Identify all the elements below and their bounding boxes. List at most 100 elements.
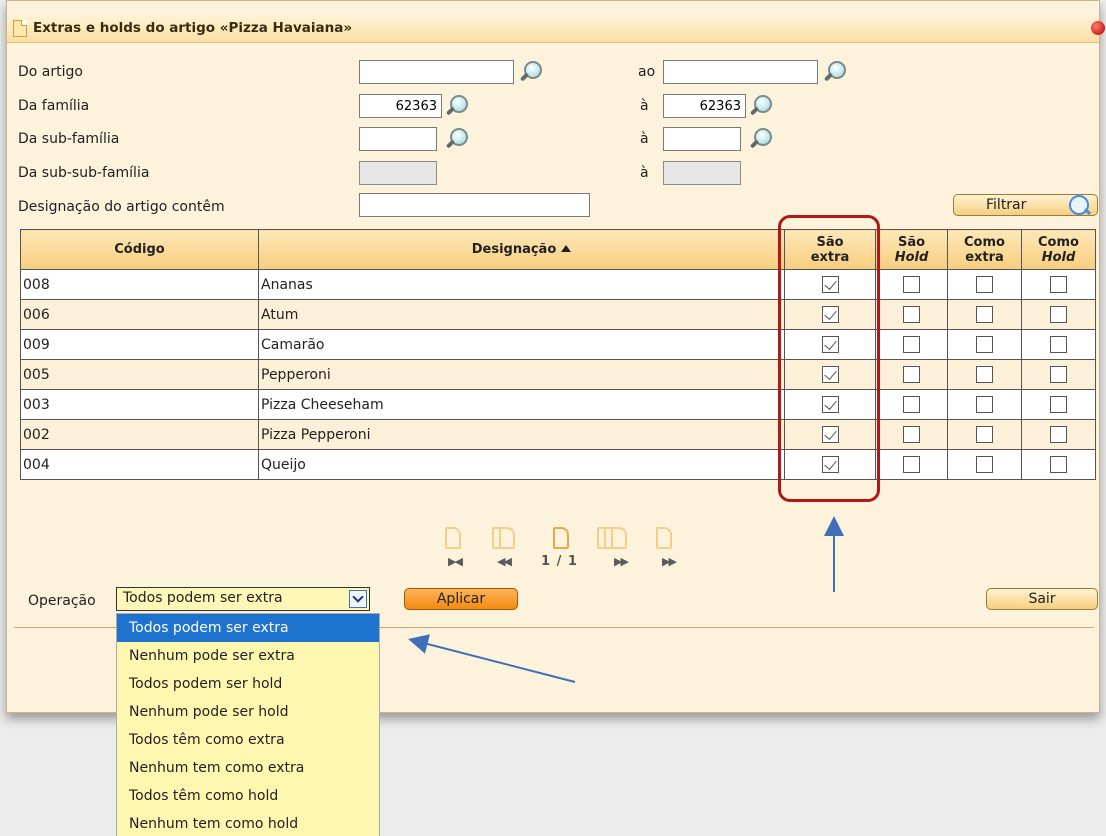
filter-button-label: Filtrar [986,197,1027,213]
da-subfamilia-label: Da sub-família [18,131,120,147]
col-como-extra-line1: Como [964,234,1005,250]
da-familia-lookup-icon[interactable] [444,94,468,118]
row-codigo: 008 [20,269,259,300]
table-row: 002 Pizza Pepperoni [20,419,1096,450]
ao-artigo-lookup-icon[interactable] [822,60,846,84]
table-row: 009 Camarão [20,329,1096,360]
como-extra-checkbox[interactable] [976,366,993,383]
row-codigo: 006 [20,299,259,330]
col-como-extra-line2: extra [965,249,1004,265]
col-como-hold: Como Hold [1021,229,1096,270]
next-page-arrow-icon[interactable]: ▶▶ [614,555,629,568]
da-subfamilia-lookup-icon[interactable] [444,127,468,151]
a-familia-input[interactable] [663,94,746,118]
row-designacao: Ananas [258,269,785,300]
operation-label: Operação [28,593,96,609]
como-hold-checkbox[interactable] [1050,426,1067,443]
col-designacao[interactable]: Designação [258,229,785,270]
col-como-hold-line1: Como [1038,234,1079,250]
dropdown-option[interactable]: Nenhum tem como extra [117,754,379,782]
table-row: 003 Pizza Cheeseham [20,389,1096,420]
da-subsubfamilia-label: Da sub-sub-família [18,165,150,181]
window-title: Extras e holds do artigo «Pizza Havaiana… [33,20,353,36]
operation-selected-value: Todos podem ser extra [123,590,283,606]
dropdown-option[interactable]: Nenhum tem como hold [117,810,379,836]
row-codigo: 009 [20,329,259,360]
como-extra-checkbox[interactable] [976,426,993,443]
a-subfamilia-label: à [640,131,649,147]
row-designacao: Pepperoni [258,359,785,390]
row-codigo: 004 [20,449,259,480]
col-sao-hold-line2: Hold [894,249,929,265]
title-bar: Extras e holds do artigo «Pizza Havaiana… [7,15,1105,43]
first-page-arrow-icon[interactable]: ▶◀ [448,555,463,568]
a-familia-lookup-icon[interactable] [748,94,772,118]
table-row: 008 Ananas [20,269,1096,300]
row-designacao: Pizza Cheeseham [258,389,785,420]
row-codigo: 002 [20,419,259,450]
como-extra-checkbox[interactable] [976,396,993,413]
sao-hold-checkbox[interactable] [903,306,920,323]
a-subfamilia-input[interactable] [663,127,741,151]
operation-select[interactable]: Todos podem ser extra [116,587,370,611]
sao-hold-checkbox[interactable] [903,396,920,413]
dropdown-option[interactable]: Nenhum pode ser extra [117,642,379,670]
row-codigo: 005 [20,359,259,390]
sao-hold-checkbox[interactable] [903,456,920,473]
como-hold-checkbox[interactable] [1050,366,1067,383]
sort-ascending-icon [561,245,572,252]
sao-hold-checkbox[interactable] [903,336,920,353]
col-como-extra: Como extra [947,229,1022,270]
page-indicator: 1 / 1 [541,554,578,569]
col-sao-hold-line1: São [897,234,926,250]
dropdown-option[interactable]: Todos têm como hold [117,782,379,810]
row-designacao: Pizza Pepperoni [258,419,785,450]
dropdown-option[interactable]: Nenhum pode ser hold [117,698,379,726]
articles-table: Código Designação São extra São Hold Como e… [20,229,1096,480]
como-hold-checkbox[interactable] [1050,276,1067,293]
do-artigo-input[interactable] [359,60,514,84]
sao-hold-checkbox[interactable] [903,276,920,293]
exit-button[interactable]: Sair [986,588,1098,610]
operation-dropdown-list: Todos podem ser extra Nenhum pode ser ex… [116,613,380,836]
filter-button[interactable]: Filtrar [953,194,1098,216]
ao-artigo-input[interactable] [663,60,818,84]
do-artigo-lookup-icon[interactable] [518,60,542,84]
dropdown-option[interactable]: Todos podem ser extra [117,614,379,642]
como-extra-checkbox[interactable] [976,306,993,323]
designacao-input[interactable] [359,193,590,217]
search-icon [1069,195,1089,215]
a-familia-label: à [640,98,649,114]
previous-page-arrow-icon[interactable]: ◀◀ [497,555,512,568]
como-extra-checkbox[interactable] [976,336,993,353]
dropdown-option[interactable]: Todos podem ser hold [117,670,379,698]
row-codigo: 003 [20,389,259,420]
a-subsubfamilia-input [663,161,741,185]
apply-button[interactable]: Aplicar [404,588,518,610]
da-subfamilia-input[interactable] [359,127,437,151]
row-designacao: Atum [258,299,785,330]
da-familia-input[interactable] [359,94,442,118]
da-subsubfamilia-input [359,161,437,185]
dropdown-option[interactable]: Todos têm como extra [117,726,379,754]
do-artigo-label: Do artigo [18,64,83,80]
como-hold-checkbox[interactable] [1050,306,1067,323]
como-extra-checkbox[interactable] [976,276,993,293]
chevron-down-icon[interactable] [349,590,367,608]
como-hold-checkbox[interactable] [1050,396,1067,413]
last-page-arrow-icon[interactable]: ▶▶ [662,555,677,568]
row-designacao: Queijo [258,449,785,480]
da-familia-label: Da família [18,98,90,114]
como-hold-checkbox[interactable] [1050,456,1067,473]
col-sao-hold: São Hold [875,229,948,270]
col-codigo[interactable]: Código [20,229,259,270]
ao-artigo-label: ao [638,64,656,80]
como-hold-checkbox[interactable] [1050,336,1067,353]
document-icon [13,20,27,37]
como-extra-checkbox[interactable] [976,456,993,473]
a-subfamilia-lookup-icon[interactable] [748,127,772,151]
close-icon[interactable] [1091,21,1105,35]
sao-hold-checkbox[interactable] [903,426,920,443]
sao-hold-checkbox[interactable] [903,366,920,383]
table-header-row: Código Designação São extra São Hold Como e… [20,229,1096,270]
